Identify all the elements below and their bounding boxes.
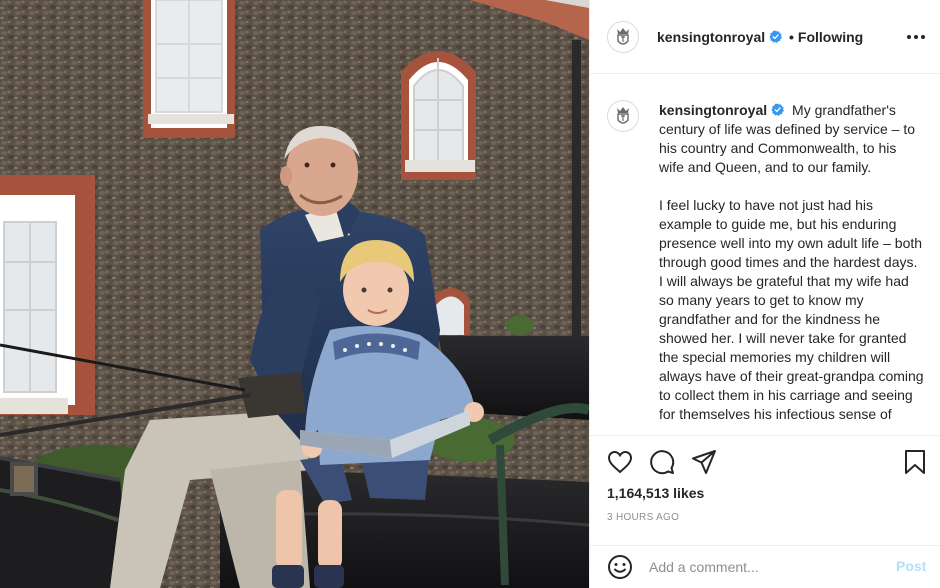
post-comment-button[interactable]: Post [896, 558, 926, 574]
verified-badge-icon [769, 30, 783, 43]
more-options-icon[interactable] [906, 29, 926, 45]
post-timestamp[interactable]: 3 HOURS AGO [607, 512, 679, 523]
emoji-icon[interactable] [607, 554, 633, 580]
post-side-panel: kensingtonroyal • Following kensingtonro… [589, 0, 940, 588]
likes-count[interactable]: 1,164,513 likes [607, 485, 704, 501]
photo-illustration [0, 0, 589, 588]
post-photo[interactable] [0, 0, 589, 588]
bookmark-icon[interactable] [902, 449, 928, 475]
share-icon[interactable] [691, 449, 717, 475]
heart-icon[interactable] [607, 449, 633, 475]
following-label[interactable]: Following [798, 29, 863, 45]
caption-paragraph-1: kensingtonroyal My grandfather's century… [659, 101, 924, 177]
avatar[interactable] [607, 21, 639, 53]
following-button[interactable]: • Following [789, 29, 863, 45]
crest-logo-icon [609, 102, 637, 130]
post-caption: kensingtonroyal My grandfather's century… [659, 101, 924, 435]
caption-paragraph-2: I feel lucky to have not just had his ex… [659, 197, 928, 422]
comment-input[interactable] [649, 558, 889, 576]
instagram-post: kensingtonroyal • Following kensingtonro… [0, 0, 940, 588]
comment-icon[interactable] [649, 449, 675, 475]
crest-logo-icon [609, 23, 637, 51]
header-username[interactable]: kensingtonroyal [657, 29, 783, 45]
post-actions: 1,164,513 likes 3 HOURS AGO [590, 435, 940, 545]
header-username-text[interactable]: kensingtonroyal [657, 29, 765, 45]
caption-username-text[interactable]: kensingtonroyal [659, 102, 767, 118]
verified-badge-icon [771, 103, 785, 116]
caption-username[interactable]: kensingtonroyal [659, 102, 785, 118]
add-comment-bar: Post [590, 545, 940, 588]
comments-scroll-area[interactable]: kensingtonroyal My grandfather's century… [590, 75, 940, 435]
caption-avatar[interactable] [607, 100, 639, 132]
post-header: kensingtonroyal • Following [590, 0, 940, 74]
follow-separator: • [789, 29, 794, 45]
